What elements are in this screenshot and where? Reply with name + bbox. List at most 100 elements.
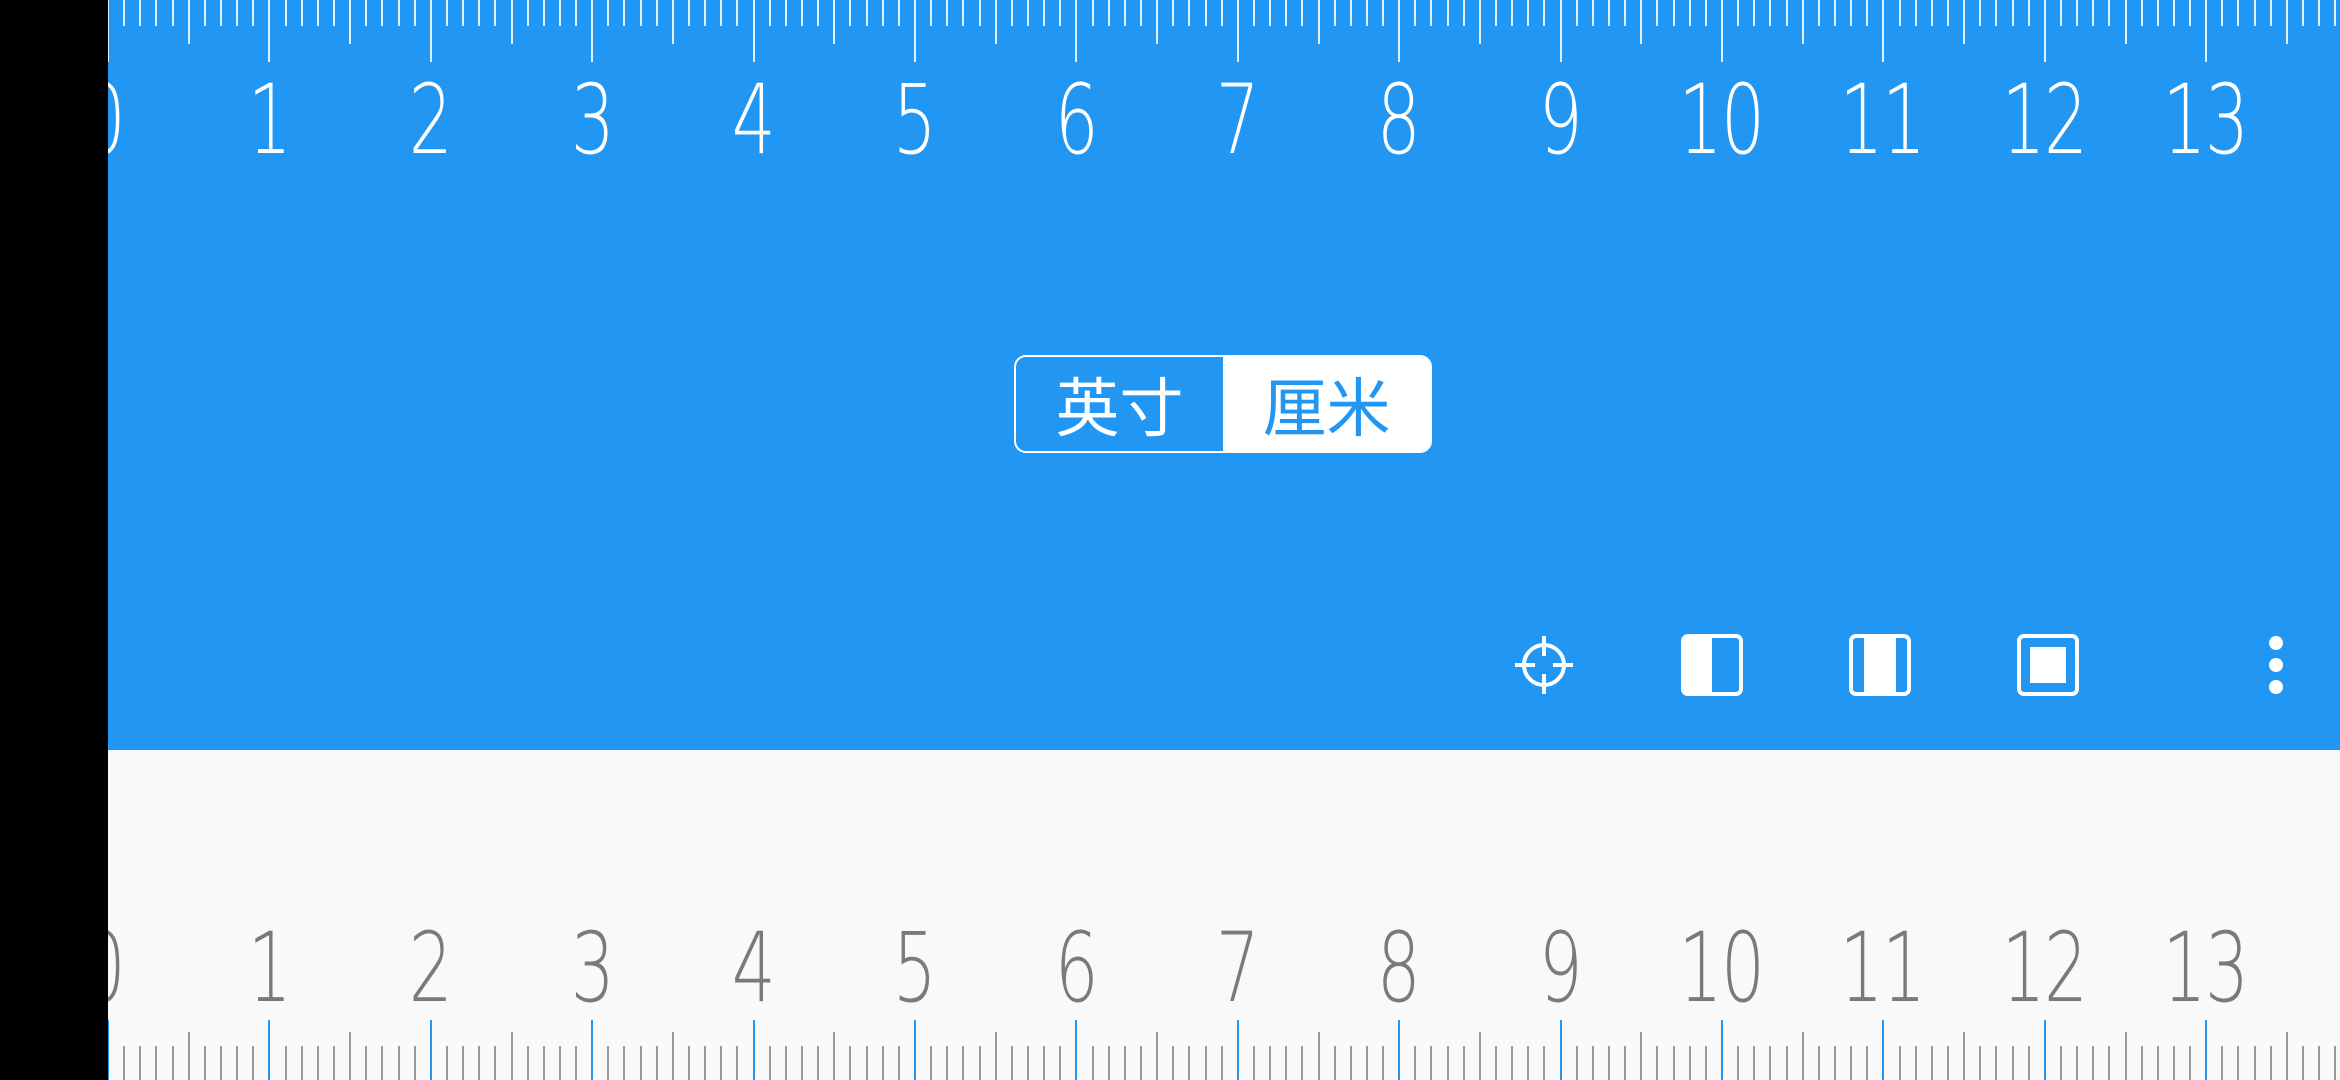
top-ruler-tick <box>801 0 804 26</box>
top-ruler-tick <box>623 0 626 26</box>
bottom-ruler-number: 8 <box>1376 912 1421 1024</box>
top-ruler-tick <box>817 0 820 26</box>
bottom-ruler-tick <box>1963 1032 1966 1080</box>
top-ruler-tick <box>2221 0 2224 26</box>
bottom-ruler-tick <box>1478 1032 1481 1080</box>
bottom-ruler-number: 3 <box>570 912 615 1024</box>
bottom-ruler-tick <box>1704 1046 1707 1080</box>
top-ruler-tick <box>1979 0 1982 26</box>
bottom-ruler-tick <box>1446 1046 1449 1080</box>
top-ruler-tick <box>2237 0 2240 26</box>
bottom-ruler-tick <box>2043 1020 2046 1080</box>
top-ruler-tick <box>1462 0 1465 26</box>
bottom-ruler-tick <box>1026 1046 1029 1080</box>
bottom-ruler-tick <box>784 1046 787 1080</box>
left-black-bar <box>0 0 108 1080</box>
bottom-ruler-tick <box>1365 1046 1368 1080</box>
bottom-ruler-tick <box>1462 1046 1465 1080</box>
top-ruler-tick <box>1721 0 1723 62</box>
top-ruler-tick <box>1333 0 1336 26</box>
top-ruler-tick <box>704 0 707 26</box>
bottom-ruler-tick <box>365 1046 368 1080</box>
bottom-ruler-tick <box>752 1020 755 1080</box>
bottom-ruler-tick <box>2140 1046 2143 1080</box>
top-ruler-panel[interactable]: 0 1 2 3 4 5 6 7 8 9 10 11 12 13 英寸 厘米 <box>108 0 2340 750</box>
top-ruler-number: 2 <box>408 64 453 176</box>
bottom-ruler-tick <box>139 1046 142 1080</box>
top-ruler-tick <box>108 0 109 62</box>
top-ruler-tick <box>1495 0 1498 26</box>
bottom-ruler-tick <box>2027 1046 2030 1080</box>
top-ruler-tick <box>365 0 368 26</box>
bottom-ruler-panel[interactable]: 0 1 2 3 4 5 6 7 8 9 10 11 12 13 <box>108 750 2340 1080</box>
top-ruler-tick <box>1882 0 1885 62</box>
bottom-ruler-tick <box>1430 1046 1433 1080</box>
bottom-ruler-tick <box>268 1020 271 1080</box>
bottom-ruler-tick <box>1333 1046 1336 1080</box>
top-ruler-tick <box>1075 0 1078 62</box>
bottom-ruler-tick <box>865 1046 868 1080</box>
bottom-ruler-tick <box>655 1046 658 1080</box>
bottom-ruler-tick <box>2011 1046 2014 1080</box>
more-options-button[interactable] <box>2241 630 2311 700</box>
top-ruler-tick <box>2334 0 2337 26</box>
bottom-ruler-number: 11 <box>1839 912 1926 1024</box>
top-ruler-tick <box>1220 0 1223 26</box>
top-ruler-tick <box>2253 0 2256 26</box>
bottom-ruler-tick <box>429 1020 432 1080</box>
top-ruler-tick <box>316 0 319 26</box>
layout-center-button[interactable] <box>1845 630 1915 700</box>
bottom-ruler-tick <box>1156 1032 1159 1080</box>
top-ruler-tick <box>510 0 513 44</box>
top-ruler-tick <box>2205 0 2208 62</box>
bottom-ruler-tick <box>1188 1046 1191 1080</box>
bottom-ruler-tick <box>558 1046 561 1080</box>
top-ruler-tick <box>1430 0 1433 26</box>
top-ruler-tick <box>1123 0 1126 26</box>
top-ruler-number: 3 <box>570 64 615 176</box>
bottom-ruler-tick <box>1850 1046 1853 1080</box>
top-ruler-tick <box>1753 0 1756 26</box>
top-ruler-tick <box>1446 0 1449 26</box>
bottom-ruler-tick <box>994 1032 997 1080</box>
panel-center-icon <box>1849 634 1911 696</box>
bottom-ruler-tick <box>108 1020 109 1080</box>
bottom-ruler-tick <box>1091 1046 1094 1080</box>
bottom-ruler-tick <box>1543 1046 1546 1080</box>
layout-square-button[interactable] <box>2013 630 2083 700</box>
bottom-ruler-tick <box>542 1046 545 1080</box>
bottom-ruler-tick <box>381 1046 384 1080</box>
bottom-ruler-number: 1 <box>247 912 292 1024</box>
top-ruler-tick <box>1091 0 1094 26</box>
layout-left-button[interactable] <box>1677 630 1747 700</box>
bottom-ruler-tick <box>1946 1046 1949 1080</box>
bottom-ruler-tick <box>1801 1032 1804 1080</box>
top-ruler-tick <box>1575 0 1578 26</box>
top-ruler-tick <box>1317 0 1320 44</box>
bottom-ruler-tick <box>445 1046 448 1080</box>
top-ruler-tick <box>139 0 142 26</box>
top-ruler-number: 0 <box>108 72 126 168</box>
bottom-ruler-tick <box>1769 1046 1772 1080</box>
top-ruler-tick <box>1591 0 1594 26</box>
crosshair-icon <box>1515 636 1573 694</box>
top-ruler-tick <box>914 0 916 62</box>
top-ruler-tick <box>2156 0 2159 26</box>
top-ruler-tick <box>2318 0 2321 26</box>
top-ruler-tick <box>1963 0 1966 44</box>
bottom-ruler-tick <box>881 1046 884 1080</box>
top-ruler-tick <box>1914 0 1917 26</box>
bottom-ruler-tick <box>1930 1046 1933 1080</box>
inch-tab[interactable]: 英寸 <box>1016 357 1223 451</box>
top-ruler-tick <box>2124 0 2127 44</box>
top-ruler-number: 11 <box>1839 64 1926 176</box>
top-ruler-tick <box>429 0 432 62</box>
bottom-ruler-number: 6 <box>1054 912 1099 1024</box>
panel-left-icon <box>1681 634 1743 696</box>
top-ruler-tick <box>123 0 126 26</box>
bottom-ruler-tick <box>1043 1046 1046 1080</box>
top-ruler-tick <box>1527 0 1530 26</box>
calibrate-button[interactable] <box>1509 630 1579 700</box>
centimeter-tab[interactable]: 厘米 <box>1223 357 1430 451</box>
unit-toggle[interactable]: 英寸 厘米 <box>1014 355 1432 453</box>
